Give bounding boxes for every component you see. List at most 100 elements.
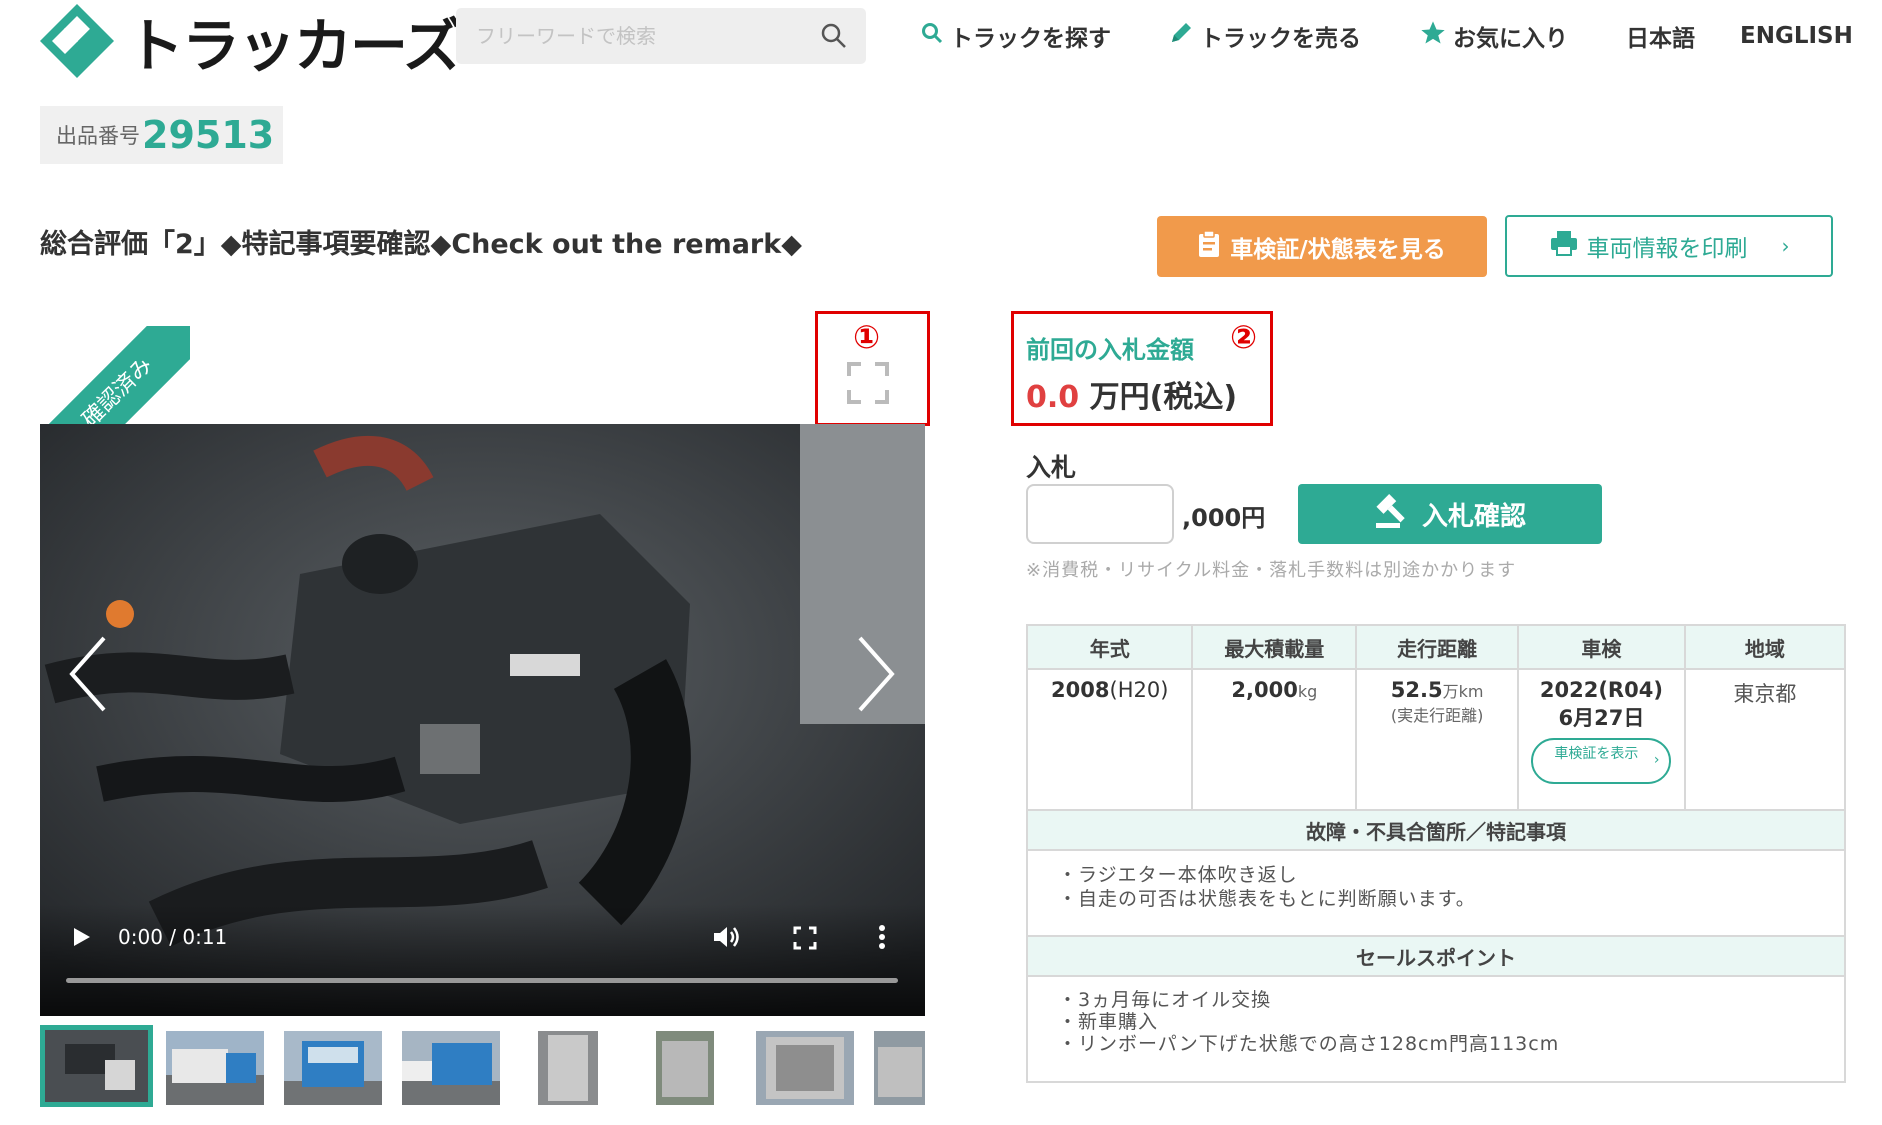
defects-header-row: 故障・不具合箇所／特記事項	[1026, 809, 1846, 851]
nav-lang-japanese[interactable]: 日本語	[1626, 14, 1695, 58]
chevron-right-icon: ›	[1653, 752, 1660, 768]
nav-label: 日本語	[1626, 26, 1695, 52]
bid-label: 入札	[1026, 453, 1077, 482]
video-fullscreen-icon[interactable]	[793, 926, 817, 954]
sales-body-row: ・3ヵ月毎にオイル交換 ・新車購入 ・リンボーパン下げた状態での高さ128cm門…	[1026, 975, 1846, 1083]
logo-text: トラッカーズ	[126, 12, 461, 80]
nav-find-trucks[interactable]: トラックを探す	[920, 14, 1111, 58]
defect-item: ・ラジエター本体吹き返し	[1058, 864, 1298, 886]
sales-list: ・3ヵ月毎にオイル交換 ・新車購入 ・リンボーパン下げた状態での高さ128cm門…	[1026, 975, 1846, 1083]
nav-sell-trucks[interactable]: トラックを売る	[1168, 14, 1361, 58]
printer-icon	[1549, 229, 1579, 263]
play-icon[interactable]	[72, 926, 92, 952]
chevron-right-icon: ›	[1781, 234, 1790, 258]
prev-arrow-icon[interactable]	[68, 634, 108, 718]
thumbnail[interactable]	[538, 1031, 598, 1105]
page-title: 総合評価「2」◆特記事項要確認◆Check out the remark◆	[40, 229, 802, 260]
capacity-value: 2,000	[1231, 678, 1298, 702]
view-shaken-label: 車検証を表示	[1554, 746, 1639, 762]
spec-header-mileage: 走行距離	[1355, 624, 1520, 670]
print-vehicle-info-button[interactable]: 車両情報を印刷 ›	[1505, 215, 1833, 277]
year-value: 2008	[1051, 678, 1110, 702]
fee-note: ※消費税・リサイクル料金・落札手数料は別途かかります	[1026, 560, 1517, 581]
thumbnail-strip	[40, 1025, 925, 1113]
region-value: 東京都	[1733, 682, 1797, 706]
sales-item: ・新車購入	[1058, 1011, 1159, 1033]
gavel-icon	[1374, 493, 1412, 536]
nav-favorites[interactable]: お気に入り	[1419, 14, 1568, 58]
more-options-icon[interactable]	[878, 924, 886, 954]
mileage-value: 52.5	[1390, 678, 1443, 702]
spec-header-inspection: 車検	[1517, 624, 1686, 670]
search-icon[interactable]	[820, 22, 848, 54]
nav-label: トラックを探す	[950, 26, 1111, 52]
spec-year: 2008(H20)	[1025, 668, 1194, 811]
thumbnail[interactable]	[874, 1031, 925, 1105]
search-bar	[456, 8, 866, 64]
logo-diamond-icon	[38, 2, 116, 80]
vehicle-spec-table: 年式 最大積載量 走行距離 車検 地域 2008(H20) 2,000kg 52…	[1025, 624, 1847, 1083]
thumbnail[interactable]	[756, 1031, 854, 1105]
spec-region: 東京都	[1683, 668, 1847, 811]
defects-title: 故障・不具合箇所／特記事項	[1026, 809, 1846, 851]
clipboard-icon	[1198, 229, 1220, 264]
video-controls	[40, 904, 925, 1016]
thumbnail[interactable]	[402, 1031, 500, 1105]
thumbnail[interactable]	[166, 1031, 264, 1105]
mileage-note: (実走行距離)	[1390, 706, 1484, 725]
video-progress-bar[interactable]	[66, 978, 898, 983]
nav-label: ENGLISH	[1740, 23, 1853, 49]
capacity-unit: kg	[1297, 682, 1318, 701]
previous-bid-amount: 0.0 万円(税込)	[1026, 372, 1237, 416]
spec-header-capacity: 最大積載量	[1191, 624, 1358, 670]
mileage-unit: 万km	[1442, 682, 1484, 701]
thumbnail[interactable]	[656, 1031, 714, 1105]
nav-label: お気に入り	[1453, 26, 1568, 52]
sales-item: ・リンボーパン下げた状態での高さ128cm門高113cm	[1058, 1033, 1560, 1055]
annotation-number-2: ②	[1230, 318, 1258, 356]
confirm-bid-label: 入札確認	[1421, 501, 1526, 532]
confirm-bid-button[interactable]: 入札確認	[1298, 484, 1602, 544]
inspection-date: 6月27日	[1558, 706, 1645, 730]
search-input[interactable]	[456, 23, 818, 49]
next-arrow-icon[interactable]	[856, 634, 896, 718]
fullscreen-icon[interactable]	[845, 360, 891, 410]
sales-header-row: セールスポイント	[1026, 935, 1846, 977]
thumbnail[interactable]	[284, 1031, 382, 1105]
pencil-icon	[1168, 20, 1194, 52]
defect-item: ・自走の可否は状態表をもとに判断願います。	[1058, 888, 1476, 910]
nav-label: トラックを売る	[1200, 26, 1361, 52]
search-icon	[920, 21, 944, 51]
spec-header-region: 地域	[1683, 624, 1847, 670]
nav-lang-english[interactable]: ENGLISH	[1740, 14, 1853, 58]
site-logo[interactable]: トラッカーズ	[38, 2, 461, 80]
view-inspection-label: 車検証/状態表を見る	[1230, 236, 1446, 263]
defects-list: ・ラジエター本体吹き返し ・自走の可否は状態表をもとに判断願います。	[1026, 849, 1846, 937]
lot-number: 29513	[142, 113, 275, 157]
sales-item: ・3ヵ月毎にオイル交換	[1058, 989, 1272, 1011]
annotation-number-1: ①	[853, 318, 881, 356]
bid-unit: ,000円	[1182, 504, 1266, 532]
bid-amount-input[interactable]	[1026, 484, 1174, 544]
print-label: 車両情報を印刷	[1586, 236, 1748, 262]
previous-bid-unit: 万円(税込)	[1089, 380, 1238, 415]
inspection-year: 2022(R04)	[1539, 678, 1663, 702]
view-shaken-button[interactable]: 車検証を表示 ›	[1531, 738, 1672, 784]
spec-capacity: 2,000kg	[1191, 668, 1358, 811]
thumbnail[interactable]	[40, 1025, 153, 1107]
spec-header-year: 年式	[1025, 624, 1194, 670]
spec-value-row: 2008(H20) 2,000kg 52.5万km (実走行距離) 2022(R…	[1025, 668, 1847, 811]
spec-mileage: 52.5万km (実走行距離)	[1355, 668, 1520, 811]
volume-icon[interactable]	[712, 924, 742, 954]
video-time: 0:00 / 0:11	[118, 925, 228, 949]
spec-header-row: 年式 最大積載量 走行距離 車検 地域	[1025, 624, 1847, 670]
lot-number-badge: 出品番号 29513	[40, 106, 283, 164]
star-icon	[1419, 19, 1447, 53]
view-inspection-button[interactable]: 車検証/状態表を見る	[1157, 216, 1487, 277]
defects-body-row: ・ラジエター本体吹き返し ・自走の可否は状態表をもとに判断願います。	[1026, 849, 1846, 937]
year-era: (H20)	[1109, 678, 1169, 702]
spec-inspection: 2022(R04) 6月27日 車検証を表示 ›	[1517, 668, 1686, 811]
lot-label: 出品番号	[56, 124, 140, 148]
previous-bid-number: 0.0	[1026, 380, 1080, 415]
previous-bid-label: 前回の入札金額	[1026, 336, 1194, 364]
